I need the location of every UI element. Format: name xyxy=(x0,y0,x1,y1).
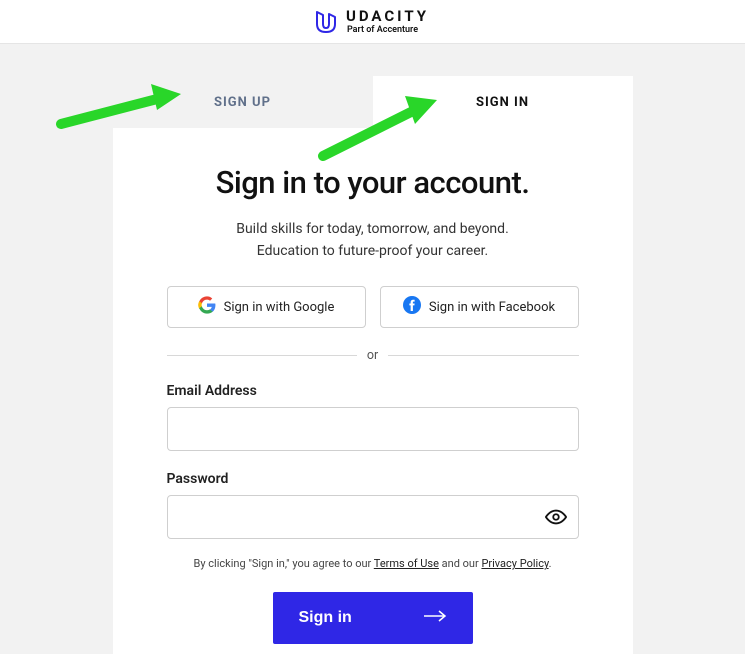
logo[interactable]: UDACITY Part of Accenture xyxy=(316,9,429,35)
password-field[interactable] xyxy=(167,495,579,539)
tab-sign-in[interactable]: SIGN IN xyxy=(373,76,633,128)
tab-label: SIGN IN xyxy=(476,95,529,110)
terms-of-use-link[interactable]: Terms of Use xyxy=(374,557,439,570)
page-title: Sign in to your account. xyxy=(167,164,579,201)
auth-tabs: SIGN UP SIGN IN xyxy=(113,76,633,128)
button-label: Sign in xyxy=(299,609,352,627)
google-signin-button[interactable]: Sign in with Google xyxy=(167,286,366,328)
button-label: Sign in with Facebook xyxy=(429,300,555,315)
divider-line xyxy=(388,355,578,356)
password-label: Password xyxy=(167,471,579,487)
signin-button[interactable]: Sign in xyxy=(273,592,473,644)
privacy-policy-link[interactable]: Privacy Policy xyxy=(481,557,548,570)
brand-tagline: Part of Accenture xyxy=(346,26,429,35)
facebook-icon xyxy=(403,296,421,318)
email-field[interactable] xyxy=(167,407,579,451)
site-header: UDACITY Part of Accenture xyxy=(0,0,745,44)
button-label: Sign in with Google xyxy=(224,300,335,315)
email-label: Email Address xyxy=(167,383,579,399)
tab-sign-up[interactable]: SIGN UP xyxy=(113,76,373,128)
facebook-signin-button[interactable]: Sign in with Facebook xyxy=(380,286,579,328)
udacity-logo-icon xyxy=(316,10,336,34)
brand-name: UDACITY xyxy=(346,9,429,24)
subtitle: Build skills for today, tomorrow, and be… xyxy=(167,219,579,262)
tab-label: SIGN UP xyxy=(214,95,271,110)
signin-card: Sign in to your account. Build skills fo… xyxy=(113,128,633,654)
or-text: or xyxy=(367,348,378,363)
divider-line xyxy=(167,355,357,356)
arrow-right-icon xyxy=(423,609,447,627)
google-icon xyxy=(198,296,216,318)
divider-or: or xyxy=(167,348,579,363)
toggle-password-icon[interactable] xyxy=(545,506,567,528)
terms-text: By clicking "Sign in," you agree to our … xyxy=(167,557,579,570)
